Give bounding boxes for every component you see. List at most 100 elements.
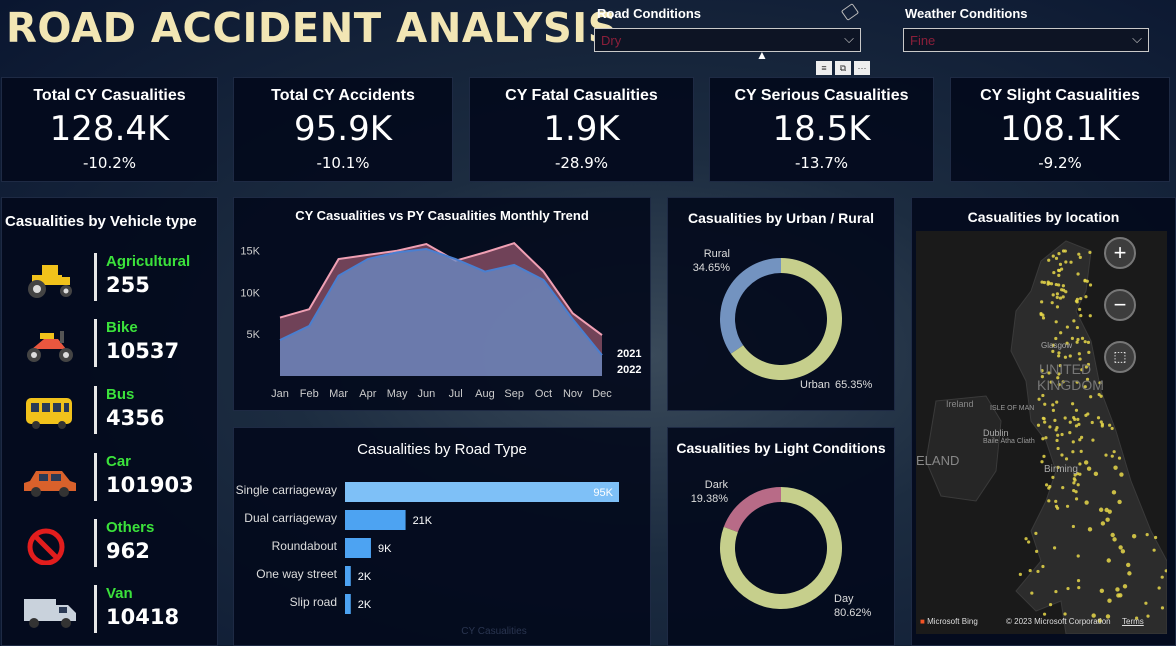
map-point (1126, 562, 1131, 568)
vehicle-row-bike: Bike 10537 (2, 317, 216, 377)
map-point (1099, 588, 1105, 593)
map-point (1072, 481, 1076, 485)
map-point (1100, 424, 1104, 428)
map-point (1106, 558, 1111, 563)
map-point (1078, 472, 1082, 476)
divider (94, 519, 97, 567)
map-point (1076, 579, 1081, 583)
map-point (1051, 293, 1055, 297)
map-point (1111, 490, 1117, 495)
map-point (1084, 295, 1088, 299)
map-point (1042, 417, 1046, 421)
map-point (1048, 425, 1052, 429)
map-point (1054, 336, 1058, 341)
map-point (1044, 483, 1049, 487)
map-point (1079, 296, 1083, 301)
bar-category-label: Single carriageway (236, 483, 337, 497)
map-point (1077, 252, 1081, 256)
map-terms-link[interactable]: Terms (1122, 617, 1144, 626)
no-entry-icon (27, 528, 65, 565)
x-tick-label: Apr (359, 388, 376, 400)
map-point (1024, 537, 1028, 541)
y-tick-label: 5K (247, 329, 261, 341)
map-point (1076, 417, 1080, 421)
zoom-out-button[interactable]: − (1104, 289, 1136, 321)
road-type-bar-chart[interactable]: Single carriageway 95K Dual carriageway 21K… (234, 464, 652, 646)
bar-data-label: 9K (378, 543, 392, 555)
road-type-title: Casualities by Road Type (357, 441, 527, 458)
bar (345, 482, 619, 502)
map-point (1113, 465, 1118, 470)
map-point (1068, 431, 1072, 435)
van-icon (24, 599, 76, 628)
map-label-kingdom: KINGDOM (1037, 377, 1104, 393)
light-conditions-donut[interactable]: Dark 19.38% Day 80.62% (668, 462, 896, 646)
map-point (1112, 537, 1117, 542)
map-point (1071, 402, 1075, 406)
map-point (1043, 402, 1047, 406)
map-point (1041, 393, 1045, 398)
map-point (1074, 490, 1078, 494)
x-tick-label: Aug (475, 388, 495, 400)
map-title: Casualities by location (967, 209, 1120, 225)
x-tick-label: Mar (329, 388, 348, 400)
map-point (1091, 438, 1095, 442)
filter-icon[interactable]: ≡ (816, 61, 832, 75)
select-region-icon[interactable]: ⬚ (1104, 341, 1136, 373)
x-tick-label: Jun (417, 388, 435, 400)
urban-rural-panel: Casualities by Urban / Rural Rural 34.65%… (667, 197, 895, 411)
map-label-isle: ISLE OF MAN (990, 405, 1035, 412)
map-point (1054, 589, 1058, 594)
x-tick-label: Dec (592, 388, 612, 400)
map-point (1057, 351, 1061, 355)
weather-conditions-dropdown[interactable]: Fine ⌵ (903, 28, 1149, 52)
eraser-icon[interactable] (840, 3, 860, 21)
map-point (1093, 471, 1099, 477)
map-point (1047, 499, 1051, 503)
map-canvas[interactable]: UNITED KINGDOM Ireland ISLE OF MAN Dubli… (916, 231, 1167, 634)
trend-chart[interactable]: 5K 10K 15K 2021 2022 Jan Feb Mar Apr May Jun Jul Aug… (234, 226, 652, 411)
road-conditions-dropdown[interactable]: Dry ⌵ (594, 28, 861, 52)
map-point (1078, 438, 1082, 442)
map-point (1099, 420, 1103, 424)
map-point (1079, 314, 1083, 318)
map-point (1057, 283, 1061, 287)
donut-percent: 34.65% (693, 262, 731, 274)
map-point (1112, 450, 1116, 454)
map-point (1089, 395, 1093, 399)
urban-rural-donut[interactable]: Rural 34.65% Urban 65.35% (668, 230, 896, 410)
bar-data-label: 2K (358, 599, 372, 611)
map-point (1075, 340, 1079, 344)
map-point (1041, 564, 1045, 569)
map-point (1057, 354, 1061, 358)
map-point (1059, 331, 1063, 335)
map-point (1049, 282, 1054, 286)
vehicle-panel-title: Casualities by Vehicle type (5, 213, 197, 230)
map-point (1079, 449, 1083, 453)
zoom-in-button[interactable]: + (1104, 237, 1136, 269)
weather-conditions-value: Fine (910, 33, 936, 48)
map-point (1055, 292, 1060, 296)
series-label: 2022 (617, 364, 641, 376)
map-point (1071, 440, 1075, 444)
map-point (1041, 316, 1046, 320)
focus-mode-icon[interactable]: ⧉ (835, 61, 851, 75)
map-point (1087, 527, 1093, 532)
map-point (1120, 549, 1126, 554)
more-options-button[interactable]: ··· (854, 61, 870, 75)
map-point (1078, 255, 1082, 259)
bar-category-label: Roundabout (272, 539, 338, 553)
bus-icon (26, 398, 72, 429)
vehicle-name: Others (106, 519, 155, 536)
map-point (1072, 477, 1076, 481)
map-point (1083, 278, 1087, 282)
map-label-uk: UNITED (1039, 361, 1092, 377)
map-point (1157, 586, 1161, 590)
map-point (1063, 612, 1067, 616)
light-conditions-panel: Casualities by Light Conditions Dark 19.3… (667, 427, 895, 646)
vehicle-value: 10537 (106, 339, 180, 363)
map-point (1076, 554, 1080, 558)
x-tick-label: Jan (271, 388, 289, 400)
road-conditions-label: Road Conditions (597, 6, 701, 21)
map-point (1027, 540, 1031, 544)
